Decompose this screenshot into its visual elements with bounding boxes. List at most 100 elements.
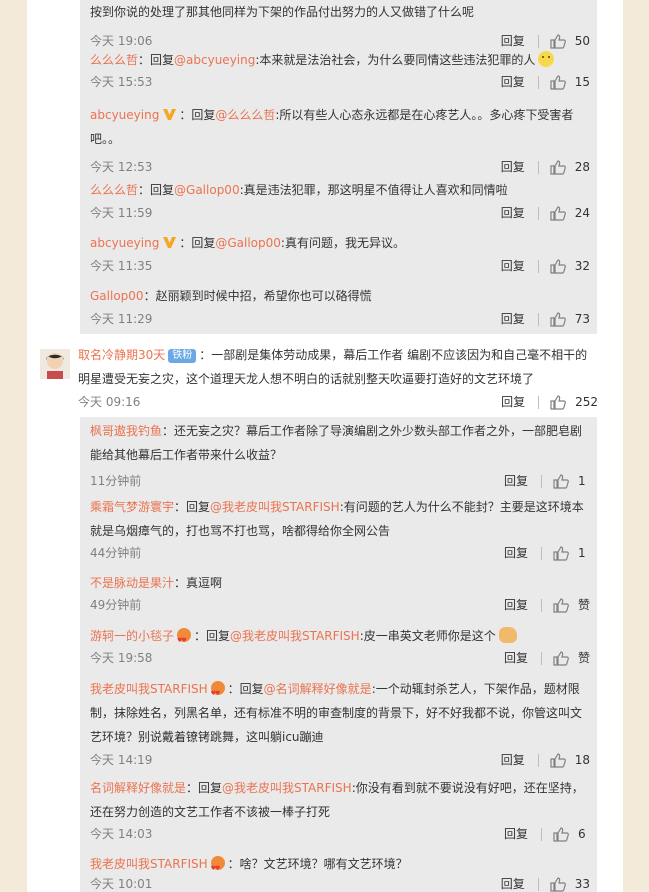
comment-username[interactable]: Gallop00 [90,289,144,303]
reply-button[interactable]: 回复 [501,392,525,412]
weibo-comment-thread: 按到你说的处理了那其他同样为下架的作品付出努力的人又做错了什么呢 今天 19:0… [0,0,649,892]
mention-link[interactable]: @我老皮叫我STARFISH [222,781,352,795]
like-count: 15 [574,75,590,89]
comment-time: 今天 15:53 [90,75,153,89]
comment-username[interactable]: abcyueying [90,236,159,250]
mention-link[interactable]: @Gallop00 [215,236,281,250]
comment-username[interactable]: 我老皮叫我STARFISH [90,682,208,696]
mention-link[interactable]: @Gallop00 [174,183,240,197]
reply-item: 乘霜气梦游寰宇：回复@我老皮叫我STARFISH:有问题的艺人为什么不能封？主要… [90,495,590,563]
reply-prefix: ：回复 [194,629,231,643]
comment-body: :皮一串英文老师你是这个 [359,629,496,643]
reply-button[interactable]: 回复 [501,157,525,177]
like-icon[interactable] [553,597,569,613]
smile-face-icon [538,51,555,67]
reply-prefix: ：回复 [138,53,175,67]
comment-meta: 49分钟前 回复 赞 [90,595,590,615]
like-icon[interactable] [553,650,569,666]
comment-meta: 今天 11:59 回复 24 [90,203,590,223]
reply-button[interactable]: 回复 [501,309,525,329]
reply-button[interactable]: 回复 [504,824,528,844]
comment-username[interactable]: 游轲一的小毯子 [90,629,174,643]
divider [537,75,539,89]
reply-item: Gallop00：赵丽颖到时候中招，希望你也可以硌得慌 今天 11:29 回复 … [90,284,590,329]
reply-button[interactable]: 回复 [504,648,528,668]
comment-username[interactable]: 么么么哲 [90,53,138,67]
divider [540,598,542,612]
divider [541,546,542,560]
like-icon[interactable] [550,876,566,892]
reply-item: 游轲一的小毯子 ：回复@我老皮叫我STARFISH:皮一串英文老师你是这个 今天 … [90,624,590,668]
comment-text: 按到你说的处理了那其他同样为下架的作品付出努力的人又做错了什么呢 [90,5,475,19]
like-icon[interactable] [550,394,566,410]
like-icon[interactable] [550,159,566,175]
divider [537,312,539,326]
comment-body: :本来就是法治社会，为什么要同情这些违法犯罪的人 [255,53,536,67]
comment-username[interactable]: 取名冷静期30天 [78,348,165,362]
mention-link[interactable]: @我老皮叫我STARFISH [210,500,340,514]
reply-button[interactable]: 回复 [504,595,528,615]
comment-username[interactable]: 我老皮叫我STARFISH [90,857,208,871]
comment-body: ：真逗啊 [174,576,223,590]
comment-username[interactable]: 么么么哲 [90,183,138,197]
reply-button[interactable]: 回复 [501,203,525,223]
reply-item: 么么么哲：回复@Gallop00:真是违法犯罪，那这明星不值得让人喜欢和同情啦 … [90,178,590,223]
comment-username[interactable]: 枫哥遨我钓鱼 [90,424,162,438]
like-icon[interactable] [550,33,566,49]
comment-meta: 今天 15:53 回复 15 [90,72,590,92]
comment-meta: 今天 19:58 回复 赞 [90,648,590,668]
comment-text: 游轲一的小毯子 ：回复@我老皮叫我STARFISH:皮一串英文老师你是这个 [90,624,590,653]
comment-meta: 11分钟前 回复 1 [90,471,590,491]
comment-time: 今天 10:01 [90,877,153,891]
comment-username[interactable]: abcyueying [90,108,159,122]
like-count: 6 [578,827,586,841]
divider [537,206,539,220]
like-icon[interactable] [550,205,566,221]
comment-username[interactable]: 不是脉动是果汁 [90,576,174,590]
comment-time: 今天 14:19 [90,753,153,767]
comment-time: 今天 19:58 [90,651,153,665]
reply-item: 枫哥遨我钓鱼：还无妄之灾？幕后工作者除了导演编剧之外少数头部工作者之外，一部肥皂… [90,419,590,491]
like-label: 赞 [577,651,590,665]
comment-username[interactable]: 名词解释好像就是 [90,781,186,795]
like-icon[interactable] [550,752,566,768]
like-icon[interactable] [553,826,569,842]
reply-button[interactable]: 回复 [501,874,525,892]
mention-link[interactable]: @么么么哲 [215,108,275,122]
comment-body: :真有问题，我无异议。 [280,236,405,250]
reply-item: abcyueying ：回复@么么么哲:所以有些人心态永远都是在心疼艺人。。多心疼… [90,103,590,177]
comment-text: 取名冷静期30天 铁粉 ：一部剧是集体劳动成果，幕后工作者 编剧不应该因为和自己毫不… [78,343,598,391]
reply-button[interactable]: 回复 [504,471,528,491]
reply-button[interactable]: 回复 [501,256,525,276]
reply-item: abcyueying ：回复@Gallop00:真有问题，我无异议。 今天 11:… [90,231,590,276]
comment-username[interactable]: 乘霜气梦游寰宇 [90,500,174,514]
reply-button[interactable]: 回复 [504,543,528,563]
user-avatar[interactable] [40,349,70,379]
like-count: 252 [575,395,598,409]
like-icon[interactable] [550,311,566,327]
comment-text: 乘霜气梦游寰宇：回复@我老皮叫我STARFISH:有问题的艺人为什么不能封？主要… [90,495,590,543]
comment-item: 取名冷静期30天 铁粉 ：一部剧是集体劳动成果，幕后工作者 编剧不应该因为和自己毫不… [78,343,598,412]
comment-meta: 今天 14:19 回复 18 [90,750,590,770]
like-count: 73 [574,312,590,326]
comment-time: 今天 14:03 [90,827,153,841]
reply-button[interactable]: 回复 [501,750,525,770]
divider [538,395,540,409]
like-icon[interactable] [550,74,566,90]
like-icon[interactable] [553,473,569,489]
mention-link[interactable]: @abcyueying [174,53,255,67]
hearts-emoji-icon [177,628,192,653]
like-label: 赞 [577,598,590,612]
like-icon[interactable] [553,545,569,561]
mention-link[interactable]: @我老皮叫我STARFISH [230,629,360,643]
hearts-emoji-icon [210,856,225,881]
reply-item: 不是脉动是果汁：真逗啊 49分钟前 回复 赞 [90,571,590,615]
vip-v-icon [163,109,177,120]
like-count: 28 [574,160,590,174]
mention-link[interactable]: @名词解释好像就是 [264,682,372,696]
reply-item: 我老皮叫我STARFISH：回复@名词解释好像就是:一个动辄封杀艺人，下架作品，… [90,677,590,770]
reply-button[interactable]: 回复 [501,72,525,92]
like-count: 33 [574,877,590,891]
like-icon[interactable] [550,258,566,274]
divider [537,34,539,48]
